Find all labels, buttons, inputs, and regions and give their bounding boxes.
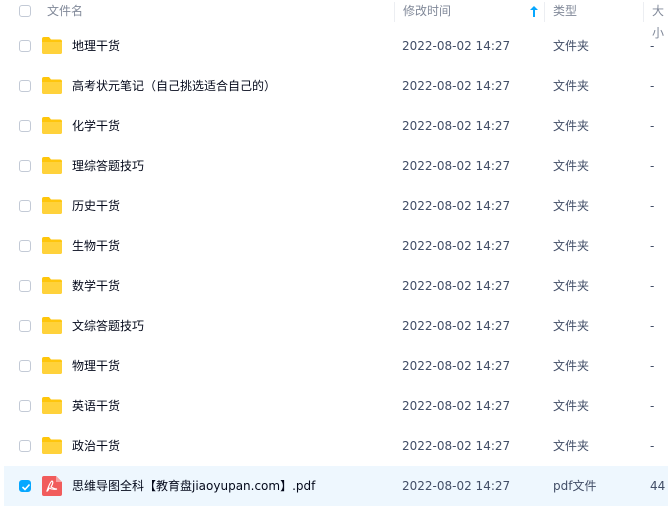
modified-time: 2022-08-02 14:27 <box>402 439 511 453</box>
folder-icon <box>42 357 62 378</box>
file-row[interactable]: 数学干货 2022-08-02 14:27 文件夹 - <box>4 266 668 306</box>
file-type: 文件夹 <box>553 319 590 333</box>
column-divider <box>394 2 395 22</box>
row-checkbox[interactable] <box>19 400 31 412</box>
column-divider <box>643 2 644 22</box>
modified-time: 2022-08-02 14:27 <box>402 399 511 413</box>
file-name[interactable]: 历史干货 <box>72 186 120 226</box>
row-checkbox[interactable] <box>19 200 31 212</box>
modified-time: 2022-08-02 14:27 <box>402 239 511 253</box>
file-size: 44 <box>650 479 666 493</box>
folder-icon <box>42 437 62 458</box>
file-row[interactable]: 英语干货 2022-08-02 14:27 文件夹 - <box>4 386 668 426</box>
file-list-header: 文件名 修改时间 类型 大小 <box>0 0 668 40</box>
row-checkbox[interactable] <box>19 360 31 372</box>
file-type: 文件夹 <box>553 399 590 413</box>
folder-icon <box>42 317 62 338</box>
folder-icon <box>42 277 62 298</box>
row-checkbox[interactable] <box>19 440 31 452</box>
folder-icon <box>42 157 62 178</box>
pdf-icon <box>42 476 62 500</box>
file-row[interactable]: 化学干货 2022-08-02 14:27 文件夹 - <box>4 106 668 146</box>
file-type: 文件夹 <box>553 159 590 173</box>
file-size: - <box>650 199 655 213</box>
sort-ascending-icon[interactable] <box>530 6 538 17</box>
modified-time: 2022-08-02 14:27 <box>402 359 511 373</box>
file-size: - <box>650 119 655 133</box>
folder-icon <box>42 117 62 138</box>
file-row[interactable]: 地理干货 2022-08-02 14:27 文件夹 - <box>4 26 668 66</box>
column-header-type[interactable]: 类型 <box>553 0 577 24</box>
modified-time: 2022-08-02 14:27 <box>402 199 511 213</box>
file-row[interactable]: 物理干货 2022-08-02 14:27 文件夹 - <box>4 346 668 386</box>
row-checkbox[interactable] <box>19 160 31 172</box>
file-row[interactable]: 政治干货 2022-08-02 14:27 文件夹 - <box>4 426 668 466</box>
row-checkbox[interactable] <box>19 120 31 132</box>
file-name[interactable]: 化学干货 <box>72 106 120 146</box>
file-size: - <box>650 439 655 453</box>
file-name[interactable]: 高考状元笔记（自己挑选适合自己的） <box>72 66 276 106</box>
file-size: - <box>650 359 655 373</box>
file-size: - <box>650 399 655 413</box>
folder-icon <box>42 77 62 98</box>
file-size: - <box>650 79 655 93</box>
file-size: - <box>650 39 655 53</box>
folder-icon <box>42 197 62 218</box>
column-header-name[interactable]: 文件名 <box>47 0 83 24</box>
modified-time: 2022-08-02 14:27 <box>402 119 511 133</box>
row-checkbox[interactable] <box>19 480 31 492</box>
file-type: 文件夹 <box>553 279 590 293</box>
modified-time: 2022-08-02 14:27 <box>402 279 511 293</box>
file-name[interactable]: 物理干货 <box>72 346 120 386</box>
select-all-checkbox[interactable] <box>19 5 31 17</box>
row-checkbox[interactable] <box>19 80 31 92</box>
modified-time: 2022-08-02 14:27 <box>402 79 511 93</box>
column-header-modified[interactable]: 修改时间 <box>403 0 451 24</box>
file-type: 文件夹 <box>553 199 590 213</box>
row-checkbox[interactable] <box>19 280 31 292</box>
file-name[interactable]: 文综答题技巧 <box>72 306 144 346</box>
modified-time: 2022-08-02 14:27 <box>402 319 511 333</box>
file-size: - <box>650 319 655 333</box>
file-row[interactable]: 历史干货 2022-08-02 14:27 文件夹 - <box>4 186 668 226</box>
column-divider <box>544 2 545 22</box>
file-type: 文件夹 <box>553 239 590 253</box>
file-name[interactable]: 英语干货 <box>72 386 120 426</box>
file-name[interactable]: 理综答题技巧 <box>72 146 144 186</box>
file-row[interactable]: 文综答题技巧 2022-08-02 14:27 文件夹 - <box>4 306 668 346</box>
modified-time: 2022-08-02 14:27 <box>402 479 511 493</box>
file-name[interactable]: 数学干货 <box>72 266 120 306</box>
row-checkbox[interactable] <box>19 240 31 252</box>
folder-icon <box>42 37 62 58</box>
column-header-size[interactable]: 大小 <box>652 0 668 40</box>
file-type: pdf文件 <box>553 479 597 493</box>
file-row[interactable]: 高考状元笔记（自己挑选适合自己的） 2022-08-02 14:27 文件夹 - <box>4 66 668 106</box>
folder-icon <box>42 237 62 258</box>
file-size: - <box>650 239 655 253</box>
file-row[interactable]: 生物干货 2022-08-02 14:27 文件夹 - <box>4 226 668 266</box>
file-row[interactable]: 理综答题技巧 2022-08-02 14:27 文件夹 - <box>4 146 668 186</box>
file-type: 文件夹 <box>553 439 590 453</box>
row-checkbox[interactable] <box>19 40 31 52</box>
file-type: 文件夹 <box>553 39 590 53</box>
file-size: - <box>650 279 655 293</box>
file-type: 文件夹 <box>553 119 590 133</box>
file-name[interactable]: 政治干货 <box>72 426 120 466</box>
file-name[interactable]: 生物干货 <box>72 226 120 266</box>
file-name[interactable]: 地理干货 <box>72 26 120 66</box>
file-name[interactable]: 思维导图全科【教育盘jiaoyupan.com】.pdf <box>72 466 315 506</box>
file-size: - <box>650 159 655 173</box>
file-type: 文件夹 <box>553 79 590 93</box>
file-type: 文件夹 <box>553 359 590 373</box>
modified-time: 2022-08-02 14:27 <box>402 159 511 173</box>
file-row[interactable]: 思维导图全科【教育盘jiaoyupan.com】.pdf 2022-08-02 1… <box>4 466 668 506</box>
folder-icon <box>42 397 62 418</box>
modified-time: 2022-08-02 14:27 <box>402 39 511 53</box>
row-checkbox[interactable] <box>19 320 31 332</box>
